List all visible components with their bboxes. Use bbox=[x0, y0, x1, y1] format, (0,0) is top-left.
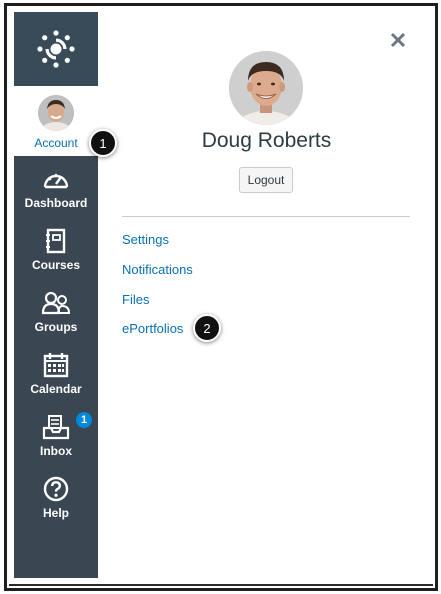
profile-avatar bbox=[229, 51, 303, 125]
nav-item-groups[interactable]: Groups bbox=[14, 280, 98, 342]
groups-people-icon bbox=[41, 289, 71, 317]
calendar-icon bbox=[41, 351, 71, 379]
nav-item-dashboard[interactable]: Dashboard bbox=[14, 156, 98, 218]
close-icon bbox=[390, 32, 406, 48]
logout-button[interactable]: Logout bbox=[239, 167, 293, 193]
help-question-icon bbox=[41, 475, 71, 503]
user-avatar bbox=[38, 95, 74, 131]
user-name: Doug Roberts bbox=[201, 129, 332, 152]
nav-item-help[interactable]: Help bbox=[14, 466, 98, 528]
nav-item-label: Account bbox=[34, 136, 78, 150]
tray-divider bbox=[122, 216, 410, 217]
global-navigation: Account Dashboard Courses Groups Calenda… bbox=[14, 12, 98, 578]
dashboard-gauge-icon bbox=[41, 165, 71, 193]
courses-book-icon bbox=[41, 227, 71, 255]
eportfolios-link[interactable]: ePortfolios bbox=[122, 321, 183, 336]
nav-item-label: Courses bbox=[31, 257, 81, 272]
nav-item-label: Groups bbox=[34, 319, 78, 334]
callout-marker: 1 bbox=[89, 129, 117, 157]
inbox-unread-badge: 1 bbox=[74, 410, 94, 430]
files-link[interactable]: Files bbox=[122, 292, 149, 307]
settings-link[interactable]: Settings bbox=[122, 232, 169, 247]
nav-item-inbox[interactable]: Inbox 1 bbox=[14, 404, 98, 466]
nav-item-label: Dashboard bbox=[24, 195, 88, 210]
nav-item-label: Help bbox=[42, 505, 69, 520]
nav-logo[interactable] bbox=[14, 12, 98, 86]
nav-item-account[interactable]: Account bbox=[14, 86, 98, 156]
nav-item-label: Inbox bbox=[40, 443, 72, 458]
close-tray-button[interactable] bbox=[386, 28, 410, 52]
canvas-logo-icon bbox=[37, 30, 75, 68]
callout-marker: 2 bbox=[193, 314, 221, 342]
nav-item-label: Calendar bbox=[30, 381, 82, 396]
inbox-tray-icon bbox=[41, 413, 71, 441]
nav-item-courses[interactable]: Courses bbox=[14, 218, 98, 280]
notifications-link[interactable]: Notifications bbox=[122, 262, 193, 277]
nav-item-calendar[interactable]: Calendar bbox=[14, 342, 98, 404]
